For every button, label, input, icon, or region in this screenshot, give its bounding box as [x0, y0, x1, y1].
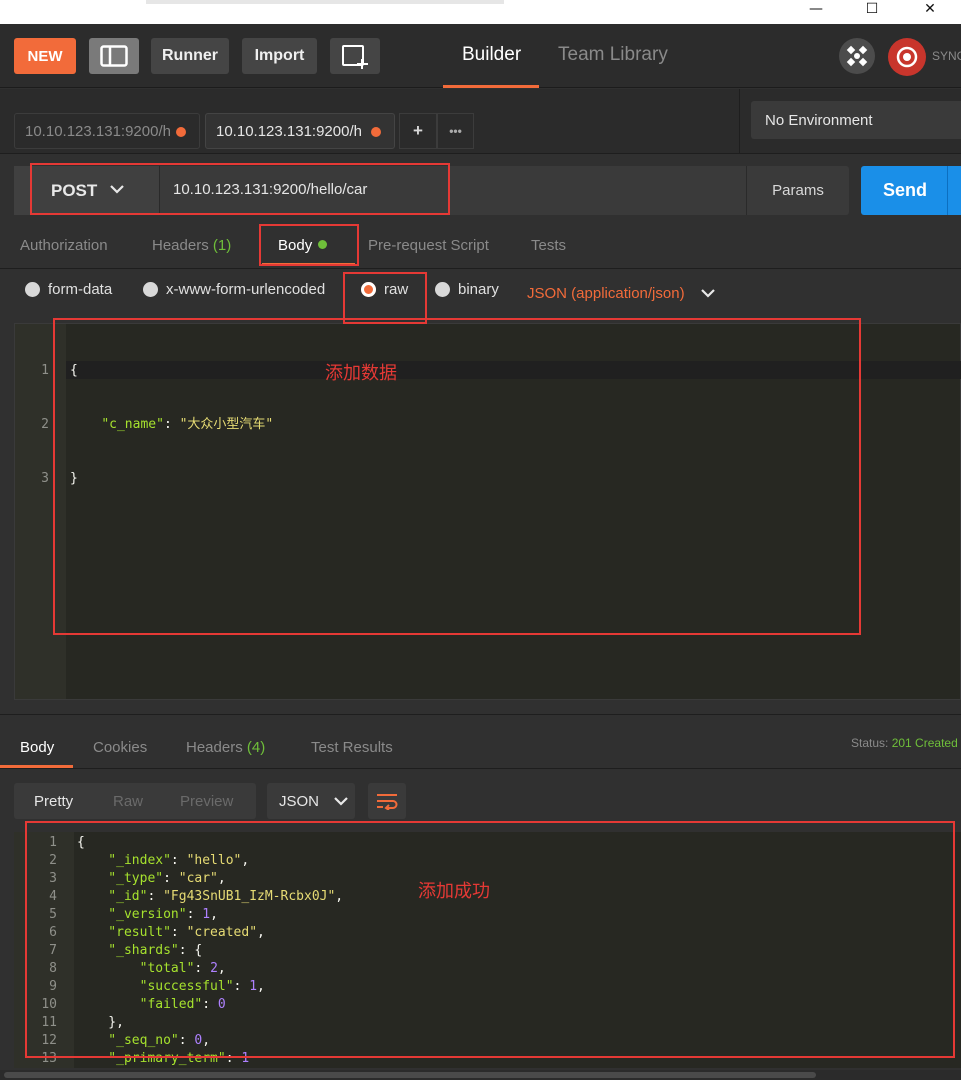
- interceptor-button[interactable]: [839, 38, 875, 74]
- tab-authorization[interactable]: Authorization: [20, 237, 108, 254]
- response-tab-body[interactable]: Body: [20, 739, 54, 756]
- request-tabs-bar: 10.10.123.131:9200/h 10.10.123.131:9200/…: [0, 89, 961, 154]
- radio-label: binary: [458, 281, 499, 298]
- environment-select[interactable]: No Environment: [751, 101, 961, 139]
- view-raw[interactable]: Raw: [113, 793, 143, 810]
- window-titlebar: — ☐ ✕: [0, 0, 961, 24]
- tab-prerequest-script[interactable]: Pre-request Script: [368, 237, 489, 254]
- toggle-sidebar-button[interactable]: [89, 38, 139, 74]
- divider: [739, 89, 740, 154]
- radio-label: form-data: [48, 281, 113, 298]
- new-button[interactable]: NEW: [14, 38, 76, 74]
- sync-icon: [896, 46, 918, 68]
- request-tab[interactable]: 10.10.123.131:9200/h: [14, 113, 200, 149]
- annotation-box-response: [25, 821, 955, 1058]
- line-numbers: 1 2 3: [17, 326, 49, 524]
- response-status: Status: 201 Created: [851, 736, 958, 750]
- content-type-select[interactable]: JSON (application/json): [527, 285, 685, 302]
- status-label: Status:: [851, 736, 889, 750]
- new-window-icon: [342, 45, 368, 69]
- annotation-add-data: 添加数据: [325, 363, 397, 383]
- response-tab-cookies[interactable]: Cookies: [93, 739, 147, 756]
- send-button[interactable]: Send: [861, 166, 961, 215]
- format-label: JSON: [279, 792, 320, 810]
- sync-label: SYNC: [932, 49, 961, 63]
- radio-form-data[interactable]: form-data: [25, 281, 112, 298]
- radio-icon: [25, 282, 40, 297]
- radio-binary[interactable]: binary: [435, 281, 499, 298]
- radio-label: x-www-form-urlencoded: [166, 281, 326, 298]
- chevron-down-icon: [334, 797, 348, 806]
- response-headers-count: (4): [246, 739, 266, 756]
- annotation-box-body-tab: [259, 224, 359, 266]
- radio-icon: [143, 282, 158, 297]
- sync-button[interactable]: [888, 38, 926, 76]
- minimize-button[interactable]: —: [796, 0, 836, 20]
- tab-tests[interactable]: Tests: [531, 237, 566, 254]
- line-number: 2: [41, 417, 49, 432]
- import-button[interactable]: Import: [242, 38, 317, 74]
- response-view-toggle: Pretty Raw Preview: [14, 783, 256, 819]
- divider: [0, 268, 961, 269]
- wrap-lines-button[interactable]: [368, 783, 406, 819]
- line-number: 3: [41, 471, 49, 486]
- divider: [0, 714, 961, 715]
- request-tab-active[interactable]: 10.10.123.131:9200/h: [205, 113, 395, 149]
- tab-headers[interactable]: Headers (1): [152, 237, 231, 254]
- annotation-box-url: [30, 163, 450, 215]
- response-tab-headers-label: Headers: [186, 739, 243, 756]
- nav-builder[interactable]: Builder: [462, 44, 521, 66]
- unsaved-dot: [176, 127, 186, 137]
- view-preview[interactable]: Preview: [180, 793, 233, 810]
- tab-headers-label: Headers: [152, 237, 209, 254]
- sidebar-icon: [100, 45, 128, 67]
- response-format-select[interactable]: JSON: [267, 783, 355, 819]
- nav-team-library[interactable]: Team Library: [558, 44, 668, 66]
- response-tab-test-results[interactable]: Test Results: [311, 739, 393, 756]
- response-tab-headers[interactable]: Headers (4): [186, 739, 265, 756]
- unsaved-dot: [371, 127, 381, 137]
- divider: [0, 768, 961, 769]
- add-tab-button[interactable]: +: [399, 113, 437, 149]
- satellite-icon: [846, 45, 868, 67]
- runner-button[interactable]: Runner: [151, 38, 229, 74]
- view-pretty[interactable]: Pretty: [34, 793, 73, 810]
- close-button[interactable]: ✕: [910, 0, 950, 20]
- request-tab-label: 10.10.123.131:9200/h: [216, 122, 362, 140]
- radio-urlencoded[interactable]: x-www-form-urlencoded: [143, 281, 325, 298]
- annotation-add-success: 添加成功: [418, 881, 490, 901]
- annotation-box-request-body: [53, 318, 861, 635]
- send-dropdown-divider: [947, 166, 948, 215]
- line-number: 1: [41, 363, 49, 378]
- request-tab-label: 10.10.123.131:9200/h: [25, 122, 171, 140]
- nav-active-indicator: [443, 85, 539, 88]
- radio-icon: [435, 282, 450, 297]
- app-header: NEW Runner Import Builder Team Library S…: [0, 24, 961, 88]
- annotation-box-raw: [343, 272, 427, 324]
- chevron-down-icon[interactable]: [700, 287, 716, 299]
- titlebar-shadow: [146, 0, 504, 4]
- params-button[interactable]: Params: [746, 166, 849, 215]
- more-tabs-button[interactable]: •••: [437, 113, 474, 149]
- maximize-button[interactable]: ☐: [852, 0, 892, 20]
- scrollbar-thumb[interactable]: [4, 1072, 816, 1078]
- wrap-icon: [377, 794, 398, 810]
- new-window-button[interactable]: [330, 38, 380, 74]
- horizontal-scrollbar[interactable]: [0, 1070, 961, 1080]
- status-value: 201 Created: [891, 736, 958, 750]
- headers-count: (1): [212, 237, 232, 254]
